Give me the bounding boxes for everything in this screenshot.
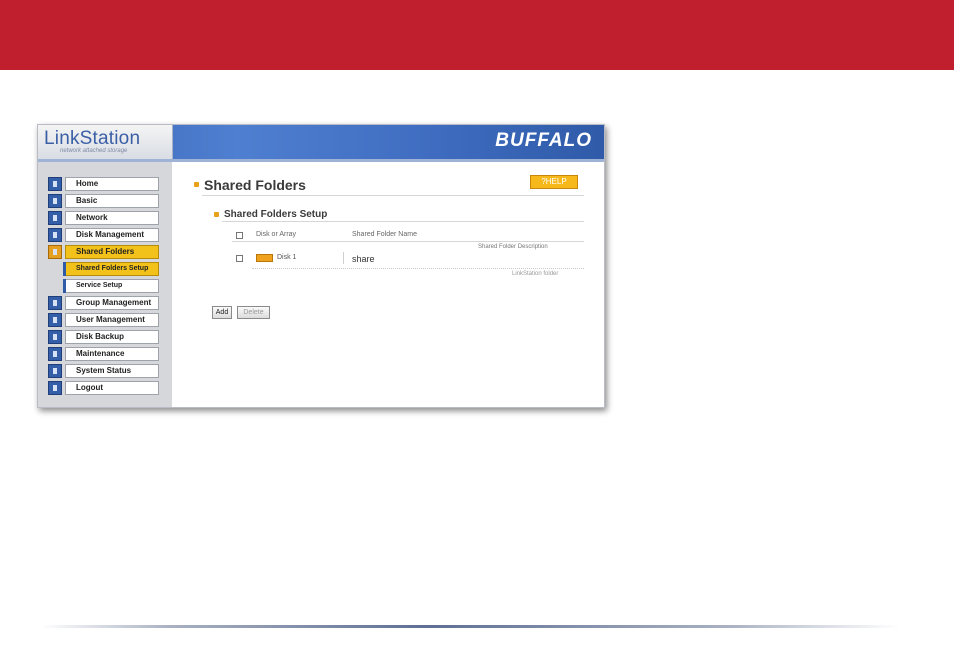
section-bullet-icon — [214, 212, 219, 217]
sidebar-item-system-status[interactable]: System Status — [48, 364, 160, 379]
sidebar: Home Basic Network Disk Management Share… — [38, 162, 172, 407]
section-divider — [222, 221, 584, 222]
row-checkbox[interactable] — [236, 255, 243, 262]
sidebar-item-label: Group Management — [65, 296, 159, 310]
sidebar-subitem-shared-folders-setup[interactable]: Shared Folders Setup — [63, 262, 159, 276]
group-icon — [48, 296, 62, 310]
sidebar-item-shared-folders[interactable]: Shared Folders — [48, 245, 160, 260]
disk-icon — [256, 254, 273, 262]
logo-subtitle: network attached storage — [60, 148, 128, 154]
delete-button[interactable]: Delete — [237, 306, 270, 319]
column-header-disk: Disk or Array — [256, 231, 297, 238]
sidebar-item-logout[interactable]: Logout — [48, 381, 160, 396]
basic-settings-icon — [48, 194, 62, 208]
help-button[interactable]: ?HELP — [530, 175, 578, 189]
title-bullet-icon — [194, 182, 199, 187]
section-title: Shared Folders Setup — [224, 209, 328, 220]
disk-icon — [48, 228, 62, 242]
sidebar-item-label: System Status — [65, 364, 159, 378]
sidebar-item-disk-management[interactable]: Disk Management — [48, 228, 160, 243]
logout-icon — [48, 381, 62, 395]
sidebar-item-user-management[interactable]: User Management — [48, 313, 160, 328]
row-divider — [252, 268, 584, 269]
page-title: Shared Folders — [204, 177, 306, 193]
sidebar-item-label: Home — [65, 177, 159, 191]
sidebar-item-label: Basic — [65, 194, 159, 208]
logo-text: LinkStation — [44, 128, 141, 149]
row-share-name[interactable]: share — [352, 254, 375, 264]
sidebar-item-disk-backup[interactable]: Disk Backup — [48, 330, 160, 345]
header-divider — [232, 241, 584, 242]
sidebar-item-network[interactable]: Network — [48, 211, 160, 226]
linkstation-screenshot: LinkStation network attached storage BUF… — [37, 124, 605, 408]
sidebar-item-group-management[interactable]: Group Management — [48, 296, 160, 311]
sidebar-subitem-service-setup[interactable]: Service Setup — [63, 279, 159, 293]
home-icon — [48, 177, 62, 191]
select-all-checkbox[interactable] — [236, 232, 243, 239]
status-icon — [48, 364, 62, 378]
maintenance-icon — [48, 347, 62, 361]
top-banner — [0, 0, 954, 70]
brand-logo: BUFFALO — [495, 130, 592, 151]
network-icon — [48, 211, 62, 225]
sidebar-item-label: Shared Folders — [65, 245, 159, 259]
sidebar-item-label: Disk Backup — [65, 330, 159, 344]
sidebar-item-maintenance[interactable]: Maintenance — [48, 347, 160, 362]
sidebar-item-home[interactable]: Home — [48, 177, 160, 192]
user-icon — [48, 313, 62, 327]
main-content: Shared Folders ?HELP Shared Folders Setu… — [172, 162, 604, 407]
sidebar-item-label: User Management — [65, 313, 159, 327]
row-disk: Disk 1 — [277, 254, 297, 261]
logo: LinkStation network attached storage — [38, 125, 173, 159]
add-button[interactable]: Add — [212, 306, 232, 319]
sidebar-item-basic[interactable]: Basic — [48, 194, 160, 209]
column-header-description: Shared Folder Description — [478, 244, 548, 250]
sidebar-item-label: Network — [65, 211, 159, 225]
folder-icon — [48, 245, 62, 259]
bottom-divider — [40, 625, 900, 628]
column-header-name: Shared Folder Name — [352, 231, 417, 238]
row-description: LinkStation folder — [512, 271, 559, 277]
sidebar-item-label: Maintenance — [65, 347, 159, 361]
column-separator — [343, 252, 344, 264]
title-divider — [202, 195, 584, 196]
sidebar-item-label: Logout — [65, 381, 159, 395]
app-header: LinkStation network attached storage BUF… — [38, 125, 604, 159]
sidebar-item-label: Disk Management — [65, 228, 159, 242]
backup-icon — [48, 330, 62, 344]
